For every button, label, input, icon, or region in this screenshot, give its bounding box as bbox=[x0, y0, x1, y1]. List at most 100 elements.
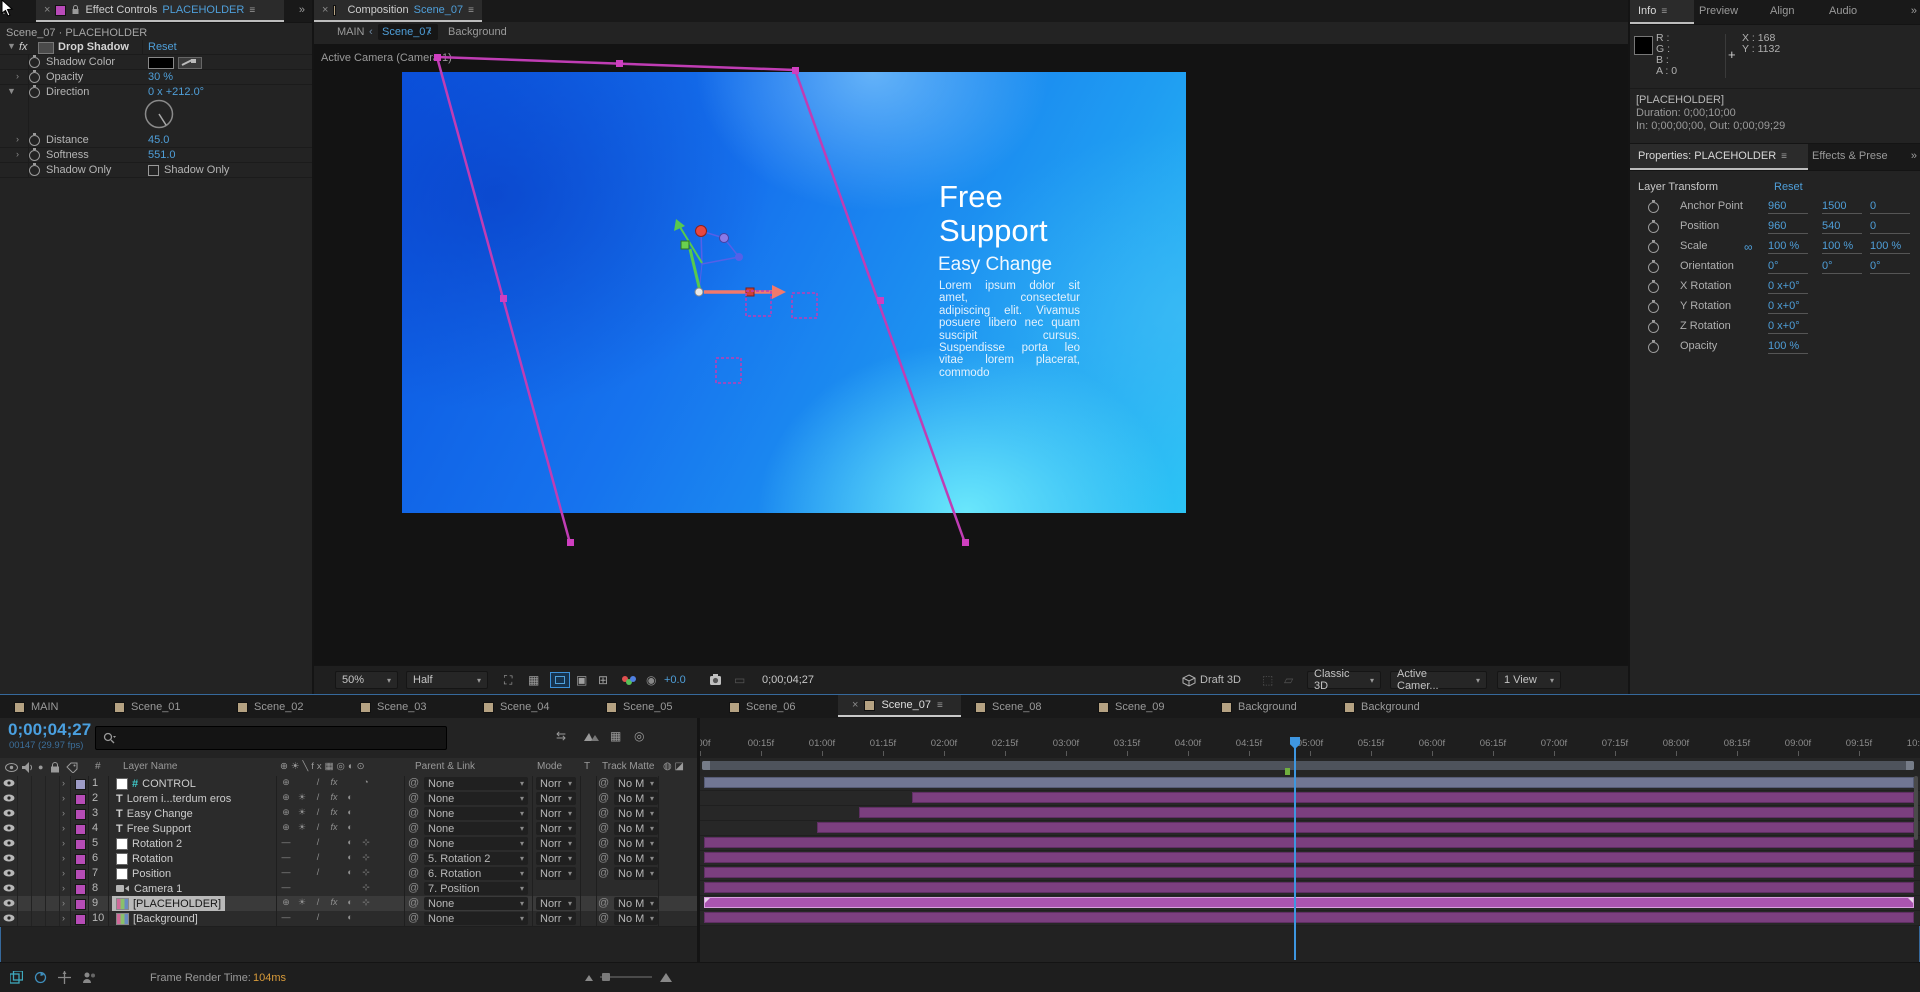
tab-audio[interactable]: Audio bbox=[1829, 5, 1857, 17]
panel-menu-icon[interactable]: ≡ bbox=[249, 5, 255, 16]
property-value[interactable]: 960 bbox=[1768, 220, 1808, 234]
draft3d-cube-icon[interactable] bbox=[1182, 674, 1196, 687]
property-value[interactable]: 0 x+0° bbox=[1768, 280, 1808, 294]
tab-composition[interactable]: × Composition Scene_07 ≡ bbox=[314, 0, 482, 22]
column-mode[interactable]: Mode bbox=[537, 761, 562, 772]
playhead-line[interactable] bbox=[1294, 748, 1296, 960]
more-tabs-icon[interactable]: » bbox=[1911, 150, 1916, 162]
property-value[interactable]: 0 x+0° bbox=[1768, 320, 1808, 334]
property-value[interactable]: 0 x+0° bbox=[1768, 300, 1808, 314]
shadow-color-swatch[interactable] bbox=[148, 57, 174, 69]
preview-timecode[interactable]: 0;00;04;27 bbox=[762, 674, 814, 686]
draft3d-button[interactable]: Draft 3D bbox=[1200, 674, 1241, 686]
zoom-out-mountain-icon[interactable] bbox=[585, 973, 594, 981]
stopwatch-icon[interactable] bbox=[29, 165, 40, 176]
stopwatch-icon[interactable] bbox=[1648, 322, 1659, 333]
camera-icon[interactable] bbox=[710, 674, 726, 686]
move-icon[interactable] bbox=[58, 971, 71, 984]
softness-value[interactable]: 551.0 bbox=[148, 149, 176, 161]
layer-transform-header[interactable]: Layer Transform bbox=[1638, 181, 1718, 193]
tab-align[interactable]: Align bbox=[1770, 5, 1794, 17]
transform-reset-button[interactable]: Reset bbox=[1774, 181, 1803, 193]
timeline-tab-scene_05[interactable]: Scene_05 bbox=[592, 695, 715, 719]
property-value[interactable]: 0° bbox=[1768, 260, 1808, 274]
zoom-slider-thumb[interactable] bbox=[602, 973, 610, 981]
column-t[interactable]: T bbox=[584, 761, 590, 772]
work-area-end-handle[interactable] bbox=[1906, 761, 1914, 770]
current-timecode[interactable]: 0;00;04;27 bbox=[8, 720, 91, 740]
matte-toggle-icons[interactable]: ◍ ◪ bbox=[663, 761, 684, 772]
eyedropper-icon[interactable] bbox=[178, 57, 202, 69]
property-value[interactable]: 100 % bbox=[1768, 340, 1808, 354]
zoom-in-mountain-icon[interactable] bbox=[660, 971, 672, 982]
layer-duration-bar[interactable] bbox=[704, 837, 1914, 848]
stopwatch-icon[interactable] bbox=[1648, 202, 1659, 213]
composition-viewport[interactable]: Active Camera (Camera 1) Free Support Ea… bbox=[314, 44, 1630, 665]
timeline-tab-scene_08[interactable]: Scene_08 bbox=[961, 695, 1084, 719]
search-input[interactable] bbox=[95, 726, 447, 750]
layer-duration-bar[interactable] bbox=[859, 807, 1914, 818]
stopwatch-icon[interactable] bbox=[29, 87, 40, 98]
stopwatch-icon[interactable] bbox=[1648, 222, 1659, 233]
composition-canvas[interactable]: Free Support Easy Change Lorem ipsum dol… bbox=[402, 72, 1186, 513]
column-track-matte[interactable]: Track Matte bbox=[602, 761, 654, 772]
region-icon[interactable]: ⊞ bbox=[598, 673, 608, 687]
layer-duration-bar[interactable] bbox=[704, 912, 1914, 923]
resolution-dropdown[interactable]: Half▾ bbox=[406, 671, 488, 689]
timeline-tab-scene_04[interactable]: Scene_04 bbox=[469, 695, 592, 719]
breadcrumb-item[interactable]: Background bbox=[448, 26, 507, 38]
more-tabs-icon[interactable]: » bbox=[299, 4, 304, 16]
stopwatch-icon[interactable] bbox=[1648, 342, 1659, 353]
collaborate-icon[interactable] bbox=[82, 971, 97, 984]
composition-mini-flowchart-icon[interactable]: ⇆ bbox=[556, 729, 566, 743]
stopwatch-icon[interactable] bbox=[1648, 242, 1659, 253]
view-layout-dropdown[interactable]: 1 View▾ bbox=[1497, 671, 1561, 689]
property-value[interactable]: 1500 bbox=[1822, 200, 1862, 214]
property-value[interactable]: 540 bbox=[1822, 220, 1862, 234]
property-value[interactable]: 960 bbox=[1768, 200, 1808, 214]
motion-blur-icon[interactable]: ◎ bbox=[634, 729, 644, 743]
close-icon[interactable]: × bbox=[44, 4, 50, 16]
snapshot-icon[interactable]: ⛶ bbox=[504, 673, 512, 687]
breadcrumb-active-pill[interactable]: Scene_07 ‹ bbox=[378, 24, 438, 40]
panel-menu-icon[interactable]: ≡ bbox=[1781, 151, 1787, 162]
stopwatch-icon[interactable] bbox=[1648, 302, 1659, 313]
stopwatch-icon[interactable] bbox=[29, 72, 40, 83]
frame-blending-icon[interactable]: ▦ bbox=[610, 729, 621, 743]
tab-preview[interactable]: Preview bbox=[1699, 5, 1738, 17]
column-layer-name[interactable]: Layer Name bbox=[123, 761, 177, 772]
render-queue-icon[interactable] bbox=[10, 971, 23, 984]
zoom-dropdown[interactable]: 50%▾ bbox=[335, 671, 398, 689]
timeline-tab-scene_07[interactable]: ×Scene_07≡ bbox=[838, 695, 961, 717]
audio-column-icon[interactable] bbox=[22, 762, 33, 773]
stopwatch-icon[interactable] bbox=[29, 150, 40, 161]
lock-column-icon[interactable] bbox=[50, 762, 60, 773]
stopwatch-icon[interactable] bbox=[1648, 262, 1659, 273]
property-value[interactable]: 0 bbox=[1870, 220, 1910, 234]
timeline-tab-scene_09[interactable]: Scene_09 bbox=[1084, 695, 1207, 719]
property-value[interactable]: 0° bbox=[1822, 260, 1862, 274]
camera-view-dropdown[interactable]: Active Camer...▾ bbox=[1390, 671, 1487, 689]
timeline-zoom-slider[interactable] bbox=[600, 976, 652, 978]
more-tabs-icon[interactable]: » bbox=[1911, 5, 1916, 17]
timeline-tab-scene_06[interactable]: Scene_06 bbox=[715, 695, 838, 719]
timeline-tab-main[interactable]: MAIN bbox=[0, 695, 100, 719]
time-ruler[interactable]: 0:00f00:15f01:00f01:15f02:00f02:15f03:00… bbox=[700, 718, 1920, 758]
vertical-scrollbar[interactable] bbox=[1914, 776, 1918, 840]
layer-duration-bar[interactable] bbox=[912, 792, 1914, 803]
stopwatch-icon[interactable] bbox=[1648, 282, 1659, 293]
solo-column-icon[interactable]: ● bbox=[38, 762, 43, 772]
close-icon[interactable]: × bbox=[322, 4, 328, 16]
mask-toggle-icon[interactable]: ▣ bbox=[576, 673, 587, 687]
stopwatch-icon[interactable] bbox=[29, 135, 40, 146]
layer-duration-bar[interactable] bbox=[704, 867, 1914, 878]
opacity-value[interactable]: 30 % bbox=[148, 71, 173, 83]
breadcrumb-item-active[interactable]: Scene_07 bbox=[382, 26, 432, 38]
layer-duration-bar[interactable] bbox=[704, 852, 1914, 863]
timeline-tab-scene_01[interactable]: Scene_01 bbox=[100, 695, 223, 719]
exposure-reset-icon[interactable]: ◉ bbox=[646, 673, 656, 687]
effect-reset-button[interactable]: Reset bbox=[148, 41, 177, 53]
panel-menu-icon[interactable]: ≡ bbox=[937, 700, 943, 711]
layer-duration-bar[interactable] bbox=[704, 897, 1914, 908]
property-value[interactable]: 100 % bbox=[1870, 240, 1910, 254]
